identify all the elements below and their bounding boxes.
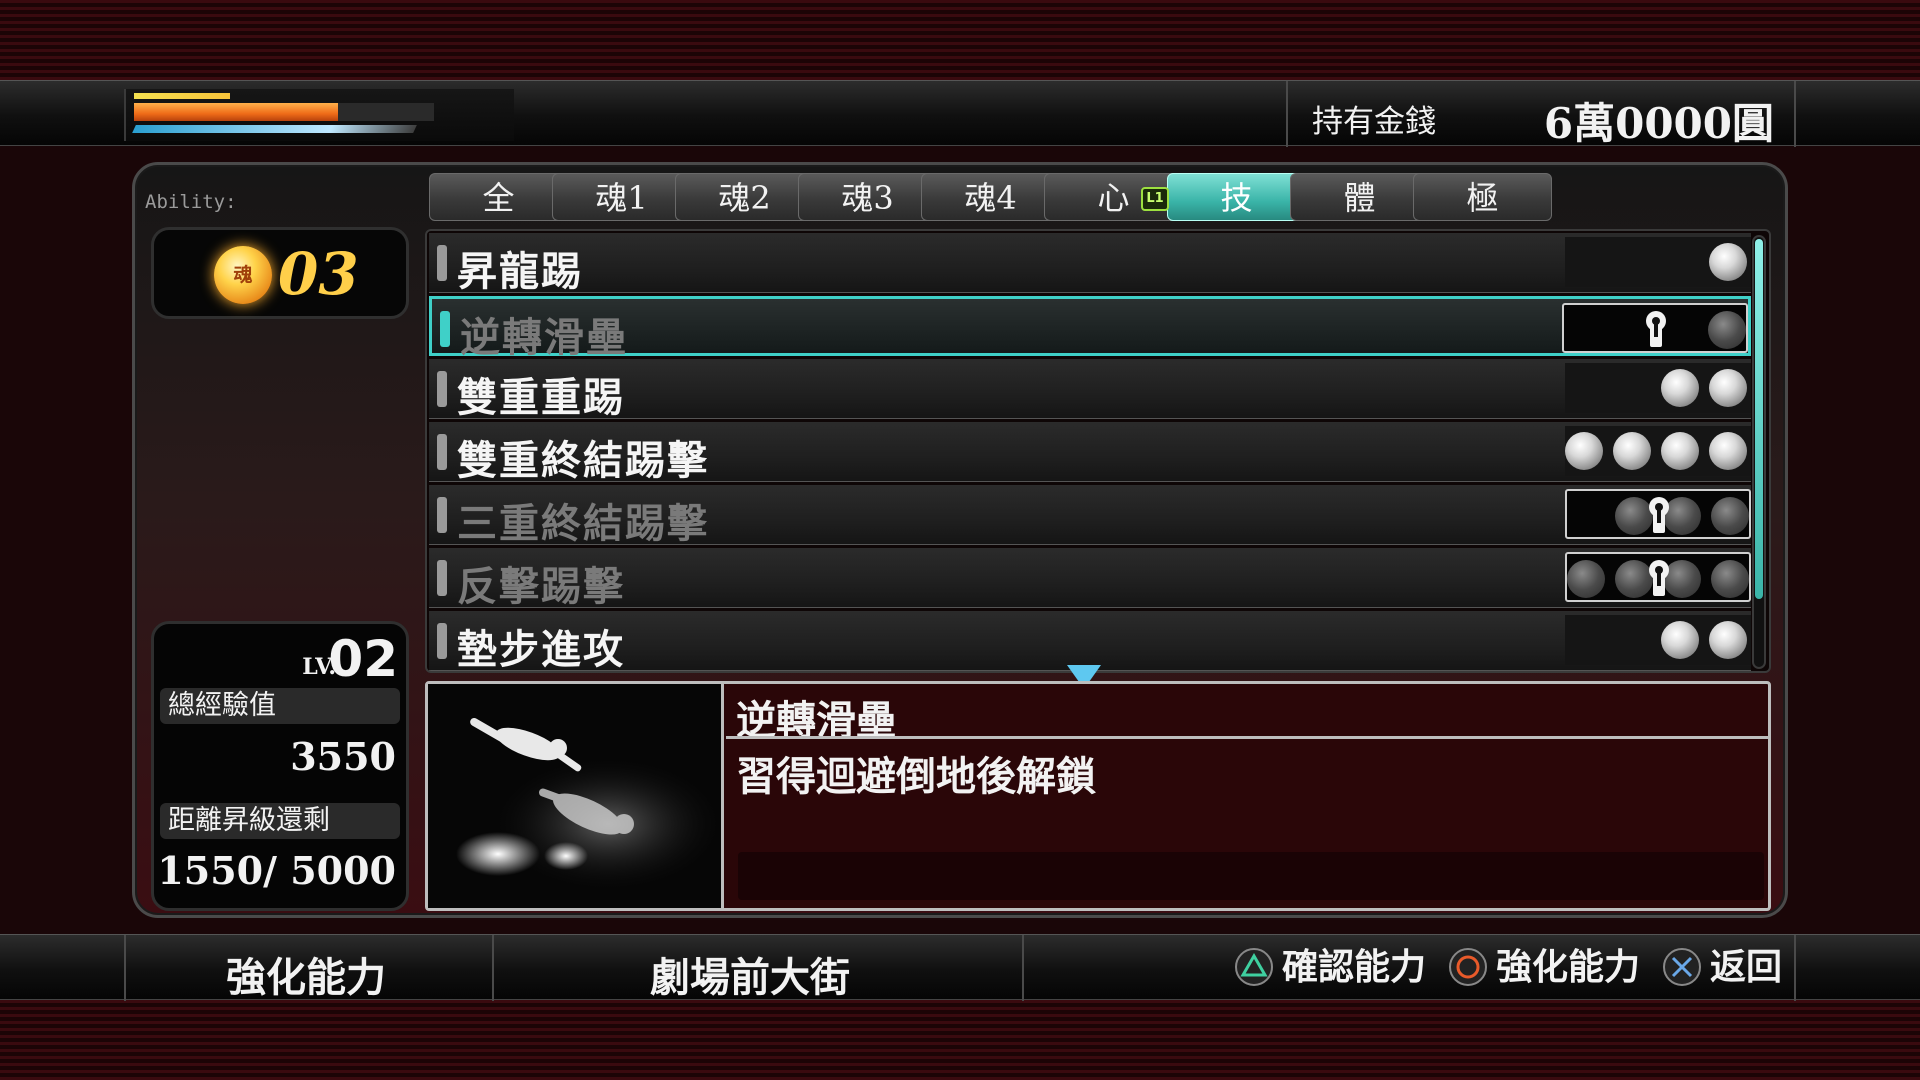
money-label: 持有金錢 bbox=[1312, 104, 1436, 140]
soul-coin-icon: 魂 bbox=[214, 246, 272, 304]
soul-orb-icon bbox=[1709, 432, 1747, 470]
total-exp-value: 3550 bbox=[290, 734, 396, 779]
circle-icon bbox=[1448, 947, 1488, 987]
tab-3[interactable]: 魂3 bbox=[798, 173, 937, 221]
total-exp-label: 總經驗值 bbox=[160, 688, 400, 724]
skill-marker bbox=[437, 434, 447, 470]
skill-cost-box bbox=[1565, 363, 1751, 413]
soul-orb-icon bbox=[1709, 621, 1747, 659]
skill-cost-box bbox=[1565, 489, 1751, 539]
control-label: 返回 bbox=[1710, 947, 1783, 988]
skill-row[interactable]: 反擊踢擊 bbox=[429, 548, 1751, 610]
lock-icon bbox=[1645, 495, 1673, 535]
l1-button-icon[interactable]: L1 bbox=[1141, 187, 1169, 211]
money-display: 持有金錢 6萬0000圓 bbox=[1286, 81, 1796, 148]
detail-divider bbox=[726, 736, 1770, 739]
skill-list-scrollbar[interactable] bbox=[1752, 235, 1766, 669]
lock-icon bbox=[1642, 309, 1670, 349]
tab-2[interactable]: 魂2 bbox=[675, 173, 814, 221]
ability-points-count: 03 bbox=[278, 240, 359, 308]
soul-orb-icon bbox=[1613, 432, 1651, 470]
skill-cost-box bbox=[1562, 303, 1748, 353]
skill-name: 雙重終結踢擊 bbox=[457, 438, 709, 484]
skill-cost-box bbox=[1565, 552, 1751, 602]
skill-marker bbox=[437, 623, 447, 659]
skill-preview-image bbox=[428, 684, 724, 908]
cross-icon bbox=[1662, 947, 1702, 987]
detail-extra-field bbox=[738, 852, 1764, 900]
skill-marker bbox=[437, 371, 447, 407]
ability-points-box: 魂 03 bbox=[151, 227, 409, 319]
ability-panel: Ability: 魂 03 LV. 02 總經驗值 3550 距離昇級還剩 15… bbox=[132, 162, 1788, 918]
level-stats-box: LV. 02 總經驗值 3550 距離昇級還剩 1550/ 5000 bbox=[151, 621, 409, 911]
to-next-level-label: 距離昇級還剩 bbox=[160, 803, 400, 839]
health-gauge bbox=[134, 103, 338, 121]
skill-row[interactable]: 雙重終結踢擊 bbox=[429, 422, 1751, 484]
soul-orb-icon bbox=[1661, 621, 1699, 659]
heat-stock-gauge bbox=[134, 93, 230, 99]
skill-marker bbox=[437, 497, 447, 533]
soul-orb-icon bbox=[1708, 311, 1746, 349]
skill-cost-box bbox=[1565, 426, 1751, 476]
top-stripes bbox=[0, 0, 1920, 80]
ability-label: Ability: bbox=[145, 191, 237, 213]
heat-gauge bbox=[132, 125, 417, 133]
top-hud: 持有金錢 6萬0000圓 bbox=[0, 80, 1920, 148]
tab-6[interactable]: 技 bbox=[1167, 173, 1306, 221]
soul-orb-icon bbox=[1567, 560, 1605, 598]
soul-orb-icon bbox=[1711, 560, 1749, 598]
to-next-level-value: 1550/ 5000 bbox=[157, 848, 396, 893]
skill-marker bbox=[437, 560, 447, 596]
skill-name: 反擊踢擊 bbox=[457, 564, 625, 610]
skill-row[interactable]: 雙重重踢 bbox=[429, 359, 1751, 421]
soul-orb-icon bbox=[1709, 369, 1747, 407]
detail-skill-description: 習得迴避倒地後解鎖 bbox=[736, 754, 1096, 800]
skill-name: 墊步進攻 bbox=[457, 627, 625, 673]
skill-row[interactable]: 昇龍踢 bbox=[429, 233, 1751, 295]
skill-row[interactable]: 三重終結踢擊 bbox=[429, 485, 1751, 547]
scrollbar-thumb[interactable] bbox=[1755, 239, 1763, 599]
skill-row[interactable]: 墊步進攻 bbox=[429, 611, 1751, 671]
soul-orb-icon bbox=[1661, 432, 1699, 470]
skill-detail-panel: 逆轉滑壘 習得迴避倒地後解鎖 bbox=[425, 681, 1771, 911]
tab-1[interactable]: 魂1 bbox=[552, 173, 691, 221]
skill-list: 昇龍踢逆轉滑壘雙重重踢雙重終結踢擊 三重終結踢擊 反擊踢擊墊步進攻 bbox=[425, 229, 1771, 673]
triangle-icon bbox=[1234, 947, 1274, 987]
skill-cost-box bbox=[1565, 615, 1751, 665]
menu-title: 強化能力 bbox=[226, 955, 386, 1001]
tab-8[interactable]: 極 bbox=[1413, 173, 1552, 221]
tab-0[interactable]: 全 bbox=[429, 173, 568, 221]
tab-7[interactable]: 體 bbox=[1290, 173, 1429, 221]
skill-name: 逆轉滑壘 bbox=[460, 315, 628, 361]
bottom-stripes bbox=[0, 1000, 1920, 1080]
skill-cost-box bbox=[1565, 237, 1751, 287]
money-value: 6萬0000圓 bbox=[1543, 99, 1774, 148]
soul-orb-icon bbox=[1565, 432, 1603, 470]
menu-title-section: 強化能力 bbox=[124, 935, 492, 1001]
skill-name: 昇龍踢 bbox=[457, 249, 583, 295]
skill-name: 三重終結踢擊 bbox=[457, 501, 709, 547]
skill-marker bbox=[437, 245, 447, 281]
button-prompts: 確認能力 強化能力 返回 bbox=[1022, 935, 1796, 1001]
soul-orb-icon bbox=[1661, 369, 1699, 407]
skill-name: 雙重重踢 bbox=[457, 375, 625, 421]
location-name: 劇場前大街 bbox=[650, 955, 850, 1001]
skill-row[interactable]: 逆轉滑壘 bbox=[429, 296, 1751, 361]
control-label: 確認能力 bbox=[1282, 947, 1427, 988]
level-value: 02 bbox=[328, 630, 398, 688]
bottom-bar: 強化能力 劇場前大街 確認能力 強化能力 返回 bbox=[0, 934, 1920, 1001]
tab-4[interactable]: 魂4 bbox=[921, 173, 1060, 221]
soul-orb-icon bbox=[1709, 243, 1747, 281]
location-section: 劇場前大街 bbox=[492, 935, 1022, 1001]
category-tabs: 全魂1魂2魂3魂4心技L1R1體極 bbox=[425, 173, 1769, 223]
skill-marker bbox=[440, 311, 450, 347]
player-gauges bbox=[124, 89, 514, 141]
control-label: 強化能力 bbox=[1496, 947, 1641, 988]
lock-icon bbox=[1645, 558, 1673, 598]
soul-orb-icon bbox=[1711, 497, 1749, 535]
